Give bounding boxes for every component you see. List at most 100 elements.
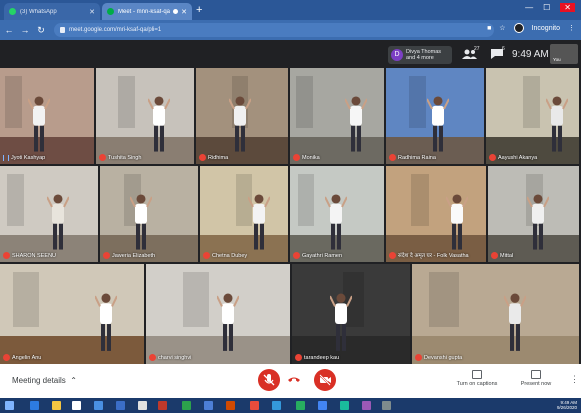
participant-video-figure — [228, 95, 253, 155]
participant-tile[interactable]: Chetna Dubey — [200, 166, 288, 262]
participant-tile[interactable]: charvi singhvi — [146, 264, 290, 364]
participant-tile[interactable]: Ridhima — [196, 68, 288, 164]
participant-video-figure — [27, 95, 52, 155]
tab-whatsapp[interactable]: (3) WhatsApp ✕ — [4, 3, 100, 20]
browser-tab-bar: (3) WhatsApp ✕ Meet - mnri-ksaf-qa ✕ + —… — [0, 0, 581, 20]
app-icon[interactable] — [362, 401, 371, 410]
new-tab-button[interactable]: + — [196, 4, 202, 16]
video-background-object — [12, 272, 39, 327]
participant-tile[interactable]: Devanshi gupta — [412, 264, 579, 364]
participant-name-tag: Angelin Anu — [3, 354, 41, 361]
reload-icon[interactable]: ↻ — [34, 25, 48, 36]
participant-tile[interactable]: Angelin Anu — [0, 264, 144, 364]
bookmark-star-icon[interactable]: ☆ — [499, 24, 505, 32]
app-icon[interactable] — [138, 401, 147, 410]
camera-toggle-button[interactable] — [314, 369, 336, 391]
back-icon[interactable]: ← — [2, 25, 16, 35]
participant-tile[interactable]: Mittal — [488, 166, 579, 262]
participant-grid: Jyoti Kashyap Tushita Singh Ridhima Monika R… — [0, 68, 581, 364]
system-clock[interactable]: 9:49 AM 9/26/2020 — [557, 400, 577, 410]
more-options-icon[interactable]: ⋮ — [570, 374, 579, 385]
meeting-details-button[interactable]: Meeting details ⌃ — [12, 376, 77, 385]
participant-tile[interactable]: Jaweria Elizabeth — [100, 166, 198, 262]
close-icon[interactable]: ✕ — [181, 8, 187, 16]
participant-video-figure — [426, 95, 451, 155]
browser-menu-icon[interactable]: ⋮ — [568, 24, 575, 32]
meeting-control-bar: Meeting details ⌃ Turn on captions Prese… — [0, 364, 581, 398]
participant-name-tag: SHARON SEENU — [3, 252, 56, 259]
muted-mic-icon — [203, 252, 210, 259]
participant-video-figure — [323, 193, 348, 253]
microphone-toggle-button[interactable] — [258, 369, 280, 391]
edge-icon[interactable] — [30, 401, 39, 410]
presenter-chip[interactable]: D Divya Thomas and 4 more — [388, 46, 452, 64]
windows-start-icon[interactable] — [5, 401, 14, 410]
url-input[interactable]: meet.google.com/mri-ksaf-qa/pli=1 — [54, 23, 494, 37]
mail-icon[interactable] — [94, 401, 103, 410]
clock-date: 9/26/2020 — [556, 405, 577, 410]
participant-video-figure — [246, 193, 271, 253]
participant-name: Devanshi gupta — [424, 354, 463, 361]
close-icon[interactable]: ✕ — [89, 8, 95, 16]
excel-icon[interactable] — [182, 401, 191, 410]
participant-tile[interactable]: Jyoti Kashyap — [0, 68, 94, 164]
participant-tile[interactable]: संदेश दे अमृत घर - Folk Vasatha — [386, 166, 486, 262]
minimize-icon[interactable]: — — [525, 3, 533, 12]
app-icon[interactable] — [340, 401, 349, 410]
lock-icon — [60, 27, 65, 33]
app-icon[interactable] — [272, 401, 281, 410]
address-bar: ← → ↻ meet.google.com/mri-ksaf-qa/pli=1 … — [0, 20, 581, 40]
participant-tile[interactable]: Monika — [290, 68, 384, 164]
video-background-object — [523, 75, 540, 129]
participant-tile[interactable]: Gayathri Ramen — [290, 166, 384, 262]
camera-permission-icon[interactable]: ■ — [487, 25, 491, 32]
participant-video-figure — [502, 292, 527, 354]
participant-video-figure — [445, 193, 469, 253]
participant-name-tag: Gayathri Ramen — [293, 252, 342, 259]
participant-name: Tushita Singh — [108, 154, 142, 161]
self-view-tile[interactable]: You — [550, 44, 578, 64]
app-icon[interactable] — [296, 401, 305, 410]
app-icon[interactable] — [250, 401, 259, 410]
outlook-icon[interactable] — [204, 401, 213, 410]
office-icon[interactable] — [226, 401, 235, 410]
participant-video-figure — [328, 292, 353, 354]
muted-mic-icon — [295, 354, 302, 361]
video-background-object — [117, 75, 136, 129]
participant-tile[interactable]: SHARON SEENU — [0, 166, 98, 262]
participant-name-tag: tarandeep kau — [295, 354, 339, 361]
participant-name-tag: Jaweria Elizabeth — [103, 252, 155, 259]
participant-name-tag: Chetna Dubey — [203, 252, 247, 259]
file-explorer-icon[interactable] — [52, 401, 61, 410]
whatsapp-icon — [9, 8, 16, 15]
participant-name-tag: Radhima Raina — [389, 154, 436, 161]
word-icon[interactable] — [116, 401, 125, 410]
captions-button[interactable]: Turn on captions — [455, 370, 499, 387]
participant-tile[interactable]: tarandeep kau — [292, 264, 410, 364]
powerpoint-icon[interactable] — [158, 401, 167, 410]
participant-tile[interactable]: Tushita Singh — [96, 68, 194, 164]
participant-name: tarandeep kau — [304, 354, 340, 361]
participant-video-figure — [545, 95, 570, 155]
video-background-object — [295, 75, 313, 129]
chat-count: 6 — [502, 46, 505, 52]
muted-mic-icon — [149, 354, 156, 361]
present-button[interactable]: Present now — [516, 370, 556, 387]
app-icon[interactable] — [382, 401, 391, 410]
participant-video-figure — [94, 292, 118, 354]
window-close-icon[interactable]: ✕ — [560, 3, 575, 12]
profile-label[interactable]: Incognito — [532, 25, 560, 32]
incognito-icon[interactable] — [513, 23, 524, 33]
participant-name: Gayathri Ramen — [302, 252, 343, 259]
participant-tile[interactable]: Aayushi Akanya — [486, 68, 579, 164]
maximize-icon[interactable]: ☐ — [543, 3, 550, 12]
video-background-object — [411, 173, 429, 227]
participant-tile[interactable]: Radhima Raina — [386, 68, 484, 164]
video-background-object — [297, 173, 315, 227]
meet-icon — [107, 8, 114, 15]
chrome-icon[interactable] — [318, 401, 327, 410]
tab-meet[interactable]: Meet - mnri-ksaf-qa ✕ — [102, 3, 192, 20]
hang-up-icon[interactable] — [287, 372, 301, 386]
store-icon[interactable] — [72, 401, 81, 410]
forward-icon[interactable]: → — [18, 25, 32, 35]
